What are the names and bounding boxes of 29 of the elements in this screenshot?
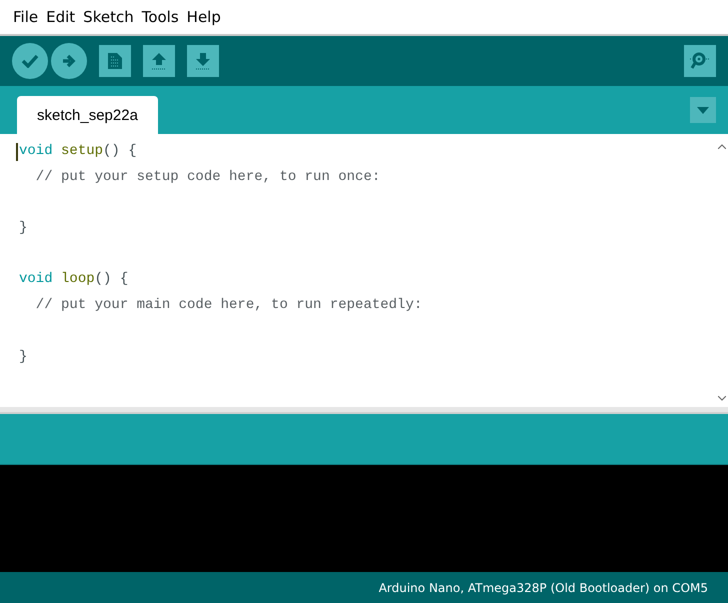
verify-button[interactable] <box>12 43 48 79</box>
scroll-up-icon[interactable] <box>718 144 726 149</box>
file-tab[interactable]: sketch_sep22a <box>17 96 158 134</box>
menu-item[interactable]: Sketch <box>80 8 137 26</box>
save-button[interactable] <box>187 45 219 77</box>
board-info: Arduino Nano, ATmega328P (Old Bootloader) on COM5 <box>378 580 708 594</box>
code-line: } <box>19 348 28 366</box>
code-line: // put your setup code here, to run once: <box>34 168 380 187</box>
scroll-down-icon[interactable] <box>718 396 726 401</box>
checkmark-icon <box>21 54 39 68</box>
menu-item[interactable]: Tools <box>138 8 182 26</box>
document-icon <box>107 52 123 70</box>
text-cursor <box>16 142 18 161</box>
serial-monitor-button[interactable] <box>684 45 716 77</box>
menu-item[interactable]: Edit <box>43 8 78 26</box>
arrow-up-icon <box>150 51 168 71</box>
code-line: } <box>19 219 28 238</box>
code-line: // put your main code here, to run repeatedly: <box>34 296 422 316</box>
menu-item[interactable]: File <box>10 8 42 26</box>
open-button[interactable] <box>143 45 175 77</box>
code-line: void loop() { <box>19 270 128 290</box>
arrow-down-icon <box>194 51 212 71</box>
code-line: void setup() { <box>19 142 137 161</box>
upload-button[interactable] <box>51 43 87 79</box>
tab-menu-button[interactable] <box>690 97 716 123</box>
menu-item[interactable]: Help <box>184 8 224 26</box>
arrow-right-icon <box>62 54 76 68</box>
dropdown-triangle-icon <box>697 106 709 114</box>
new-button[interactable] <box>99 45 131 77</box>
